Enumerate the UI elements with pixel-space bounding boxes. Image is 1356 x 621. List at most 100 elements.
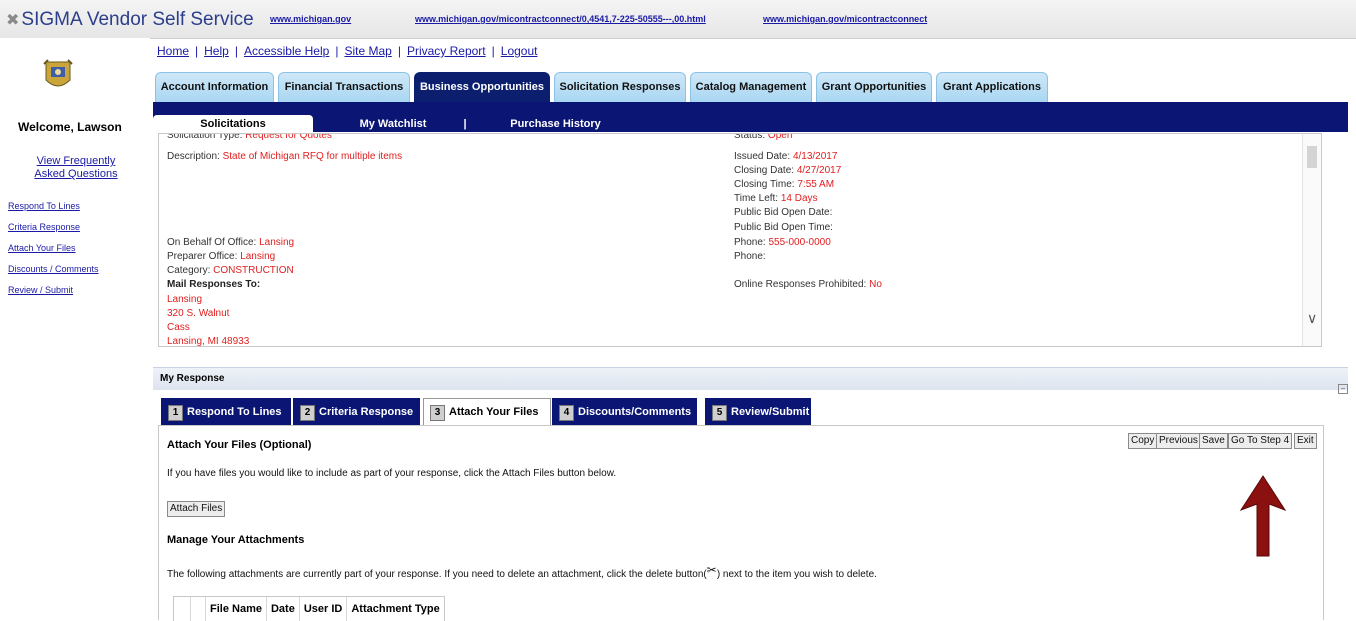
step-number: 4 <box>559 404 574 421</box>
sidebar-step-attach-files[interactable]: Attach Your Files <box>8 243 76 253</box>
tab-grant-opportunities[interactable]: Grant Opportunities <box>816 72 932 102</box>
tab-account-information[interactable]: Account Information <box>155 72 274 102</box>
attach-files-button[interactable]: Attach Files <box>167 501 226 517</box>
app-title: SIGMA Vendor Self Service <box>21 9 254 30</box>
step-number: 1 <box>168 404 183 421</box>
step-label: Criteria Response <box>319 406 414 418</box>
column-attachment-type[interactable]: Attachment Type <box>346 597 443 621</box>
step-label: Respond To Lines <box>187 406 282 418</box>
scrollbar-thumb[interactable] <box>1307 146 1317 168</box>
copy-button[interactable]: Copy <box>1128 433 1158 449</box>
nav-accessible-help-link[interactable]: Accessible Help <box>244 44 329 58</box>
collapse-icon[interactable]: − <box>1338 384 1348 394</box>
step-tab-discounts-comments[interactable]: 4 Discounts/Comments <box>552 398 697 427</box>
phone-row-2: Phone: <box>734 251 766 262</box>
tab-grant-applications[interactable]: Grant Applications <box>936 72 1048 102</box>
app-logo: ✖ SIGMA Vendor Self Service <box>6 9 254 31</box>
column-file-name[interactable]: File Name <box>205 597 266 621</box>
nav-privacy-report-link[interactable]: Privacy Report <box>407 44 486 58</box>
sidebar-step-review-submit[interactable]: Review / Submit <box>8 285 73 295</box>
nav-separator: | <box>335 44 339 58</box>
scissors-icon: ✂ <box>706 563 717 577</box>
nav-separator: | <box>491 44 495 58</box>
manage-attachments-text: The following attachments are currently … <box>167 563 877 580</box>
nav-home-link[interactable]: Home <box>157 44 189 58</box>
attach-instructions: If you have files you would like to incl… <box>167 468 617 479</box>
micontractconnect-page-link[interactable]: www.michigan.gov/micontractconnect/0,454… <box>415 14 706 24</box>
online-responses-row: Online Responses Prohibited: No <box>734 279 882 290</box>
detail-scrollbar[interactable]: ∨ <box>1302 134 1321 346</box>
closing-time-row: Closing Time: 7:55 AM <box>734 179 835 190</box>
description-row: Description: State of Michigan RFQ for m… <box>167 151 403 162</box>
subtab-my-watchlist[interactable]: My Watchlist <box>348 115 438 133</box>
utility-nav: Home | Help | Accessible Help | Site Map | Priva… <box>157 44 537 58</box>
step-number: 5 <box>712 404 727 421</box>
michigan-seal-icon <box>43 59 73 87</box>
nav-logout-link[interactable]: Logout <box>501 44 538 58</box>
micontractconnect-link[interactable]: www.michigan.gov/micontractconnect <box>763 14 927 24</box>
closing-date-row: Closing Date: 4/27/2017 <box>734 165 842 176</box>
tab-catalog-management[interactable]: Catalog Management <box>690 72 812 102</box>
my-response-header: My Response − <box>153 367 1348 394</box>
nav-help-link[interactable]: Help <box>204 44 229 58</box>
bid-open-date-row: Public Bid Open Date: <box>734 207 833 218</box>
step-number: 3 <box>430 404 445 421</box>
attach-files-panel: Attach Your Files (Optional) If you have… <box>158 425 1324 621</box>
exit-button[interactable]: Exit <box>1294 433 1317 449</box>
solicitation-type-row: Solicitation Type: Request for Quotes <box>167 133 332 141</box>
chevron-down-icon[interactable]: ∨ <box>1307 310 1317 327</box>
step-number: 2 <box>300 404 315 421</box>
step-tab-review-submit[interactable]: 5 Review/Submit <box>705 398 811 427</box>
tab-business-opportunities[interactable]: Business Opportunities <box>414 72 550 102</box>
sigma-x-icon: ✖ <box>6 12 20 29</box>
step-tab-attach-files[interactable]: 3 Attach Your Files <box>423 398 551 426</box>
column-date[interactable]: Date <box>265 597 299 621</box>
subtab-purchase-history[interactable]: Purchase History <box>503 115 608 133</box>
red-up-arrow <box>1239 475 1287 557</box>
sidebar: Welcome, Lawson View Frequently Asked Qu… <box>0 38 150 619</box>
on-behalf-row: On Behalf Of Office: Lansing <box>167 237 295 248</box>
mail-line: Cass <box>167 322 190 333</box>
faq-link[interactable]: View Frequently Asked Questions <box>30 155 122 181</box>
mail-line: Lansing <box>167 294 203 305</box>
nav-separator: | <box>397 44 401 58</box>
step-label: Discounts/Comments <box>578 406 692 418</box>
step-tab-respond-to-lines[interactable]: 1 Respond To Lines <box>161 398 291 427</box>
solicitation-detail-panel: Solicitation Type: Request for Quotes De… <box>158 133 1322 347</box>
subtab-separator: | <box>463 118 467 130</box>
tab-financial-transactions[interactable]: Financial Transactions <box>278 72 410 102</box>
status-row: Status: Open <box>734 133 793 141</box>
go-to-step-4-button[interactable]: Go To Step 4 <box>1228 433 1293 449</box>
step-tab-criteria-response[interactable]: 2 Criteria Response <box>293 398 420 427</box>
table-header-select <box>174 597 190 621</box>
column-user-id[interactable]: User ID <box>298 597 347 621</box>
sidebar-step-respond-to-lines[interactable]: Respond To Lines <box>8 201 80 211</box>
previous-button[interactable]: Previous <box>1156 433 1201 449</box>
sidebar-step-discounts-comments[interactable]: Discounts / Comments <box>8 264 99 274</box>
mail-responses-label: Mail Responses To: <box>167 279 261 290</box>
nav-separator: | <box>234 44 238 58</box>
michigan-gov-link[interactable]: www.michigan.gov <box>270 14 351 24</box>
phone-row: Phone: 555-000-0000 <box>734 237 831 248</box>
issued-date-row: Issued Date: 4/13/2017 <box>734 151 838 162</box>
nav-site-map-link[interactable]: Site Map <box>344 44 391 58</box>
attach-files-title: Attach Your Files (Optional) <box>167 439 312 451</box>
subtab-solicitations[interactable]: Solicitations <box>153 115 313 133</box>
tab-solicitation-responses[interactable]: Solicitation Responses <box>554 72 686 102</box>
welcome-text: Welcome, Lawson <box>18 120 122 134</box>
my-response-title: My Response <box>160 373 225 384</box>
preparer-row: Preparer Office: Lansing <box>167 251 276 262</box>
time-left-row: Time Left: 14 Days <box>734 193 818 204</box>
attachments-table-header: File Name Date User ID Attachment Type <box>173 596 445 621</box>
mail-line: Lansing, MI 48933 <box>167 336 250 347</box>
save-button[interactable]: Save <box>1199 433 1228 449</box>
table-header-delete <box>190 597 205 621</box>
step-label: Attach Your Files <box>449 406 539 418</box>
bid-open-time-row: Public Bid Open Time: <box>734 222 833 233</box>
top-bar: ✖ SIGMA Vendor Self Service www.michigan.… <box>0 0 1356 39</box>
mail-line: 320 S. Walnut <box>167 308 230 319</box>
nav-separator: | <box>195 44 199 58</box>
step-label: Review/Submit <box>731 406 810 418</box>
sidebar-step-criteria-response[interactable]: Criteria Response <box>8 222 80 232</box>
manage-attachments-title: Manage Your Attachments <box>167 534 305 546</box>
